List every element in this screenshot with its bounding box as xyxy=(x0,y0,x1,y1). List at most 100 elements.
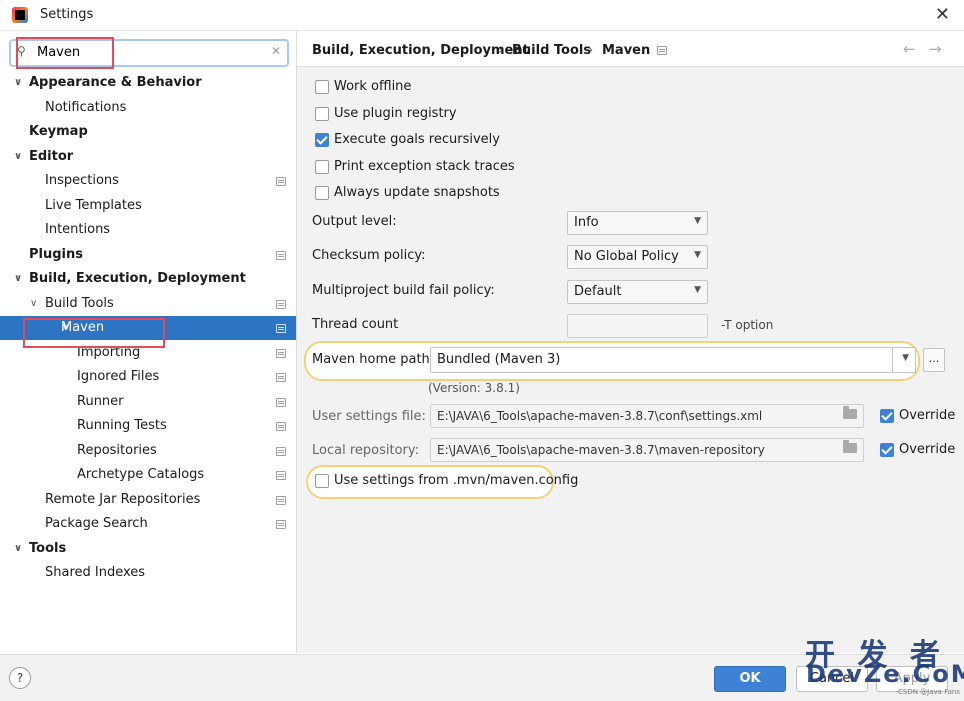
tree-item-label: Repositories xyxy=(77,442,157,458)
tree-item[interactable]: Shared Indexes xyxy=(0,561,296,585)
project-level-icon xyxy=(276,397,286,407)
window-title: Settings xyxy=(40,7,94,22)
annotation-box-maven xyxy=(23,318,165,348)
checkbox-label: Use plugin registry xyxy=(334,105,457,121)
checkbox[interactable] xyxy=(315,159,329,174)
tree-item[interactable]: Intentions xyxy=(0,218,296,242)
fail-policy-value: Default xyxy=(574,284,622,299)
annotation-box-search xyxy=(16,37,114,69)
tree-item[interactable]: Plugins xyxy=(0,243,296,267)
checkbox-label: Print exception stack traces xyxy=(334,158,515,174)
tree-item-label: Intentions xyxy=(45,222,111,237)
tree-item[interactable]: ∨ Build, Execution, Deployment xyxy=(0,267,296,291)
project-level-icon xyxy=(276,446,286,456)
forward-arrow-icon[interactable]: → xyxy=(929,40,942,58)
breadcrumb-item: Maven xyxy=(602,43,651,58)
watermark-credit: CSDN @Java Fans xyxy=(898,688,960,696)
checkbox[interactable] xyxy=(880,443,894,457)
tree-item[interactable]: ∨ Tools xyxy=(0,537,296,561)
checkbox-label: Always update snapshots xyxy=(334,185,500,200)
output-level-select[interactable]: Info ▼ xyxy=(567,211,708,235)
tree-item[interactable]: Archetype Catalogs xyxy=(0,463,296,487)
tree-item[interactable]: Running Tests xyxy=(0,414,296,438)
tree-item-label: Running Tests xyxy=(77,418,167,433)
checkbox[interactable] xyxy=(315,474,329,488)
maven-home-value: Bundled (Maven 3) xyxy=(437,352,561,367)
tree-item[interactable]: Remote Jar Repositories xyxy=(0,488,296,512)
local-repository-input[interactable]: E:\JAVA\6_Tools\apache-maven-3.8.7\maven… xyxy=(430,438,864,462)
ok-button[interactable]: OK xyxy=(714,666,786,692)
checkbox[interactable] xyxy=(315,186,329,200)
project-level-icon xyxy=(276,177,286,186)
checkbox[interactable] xyxy=(315,106,329,121)
settings-sidebar: ⚲ ✕ ∨Appearance & BehaviorNotificationsK… xyxy=(0,31,297,653)
fail-policy-label: Multiproject build fail policy: xyxy=(312,283,495,298)
tree-item[interactable]: Live Templates xyxy=(0,194,296,218)
watermark-logo-text: DevZe.CoM xyxy=(806,660,964,688)
tree-item[interactable]: Repositories xyxy=(0,439,296,463)
breadcrumb-item[interactable]: Build, Execution, Deployment xyxy=(312,43,529,58)
project-level-icon xyxy=(276,520,286,529)
project-level-icon xyxy=(276,495,286,505)
chevron-down-icon: ▼ xyxy=(694,285,701,295)
help-button[interactable]: ? xyxy=(9,667,31,689)
tree-item-label: Plugins xyxy=(29,246,83,262)
tree-item-label: Build, Execution, Deployment xyxy=(29,271,246,286)
breadcrumb-item[interactable]: Build Tools xyxy=(512,43,591,58)
project-level-icon xyxy=(276,373,286,382)
checksum-policy-label: Checksum policy: xyxy=(312,248,426,263)
chevron-down-icon[interactable]: ∨ xyxy=(14,537,22,561)
chevron-down-icon[interactable]: ∨ xyxy=(14,145,22,169)
maven-home-select[interactable]: Bundled (Maven 3) ▼ xyxy=(430,347,916,373)
breadcrumb-separator: › xyxy=(498,43,504,58)
chevron-down-icon[interactable]: ∨ xyxy=(14,267,22,291)
tree-item-label: Archetype Catalogs xyxy=(77,467,205,482)
checkbox[interactable] xyxy=(880,409,894,423)
browse-maven-home-button[interactable]: ... xyxy=(923,348,945,372)
thread-count-input[interactable] xyxy=(567,314,708,338)
breadcrumb: Build, Execution, Deployment › Build Too… xyxy=(297,31,964,67)
tree-item[interactable]: Runner xyxy=(0,390,296,414)
user-settings-input[interactable]: E:\JAVA\6_Tools\apache-maven-3.8.7\conf\… xyxy=(430,404,864,428)
tree-item[interactable]: Notifications xyxy=(0,96,296,120)
chevron-down-icon[interactable]: ∨ xyxy=(14,71,22,95)
tree-item-label: Notifications xyxy=(45,99,127,115)
output-level-label: Output level: xyxy=(312,214,397,229)
tree-item-label: Live Templates xyxy=(45,197,142,213)
fail-policy-select[interactable]: Default ▼ xyxy=(567,280,708,304)
tree-item-label: Tools xyxy=(29,540,67,556)
tree-item-label: Ignored Files xyxy=(77,369,160,384)
tree-item[interactable]: Package Search xyxy=(0,512,296,536)
tree-item[interactable]: ∨ Appearance & Behavior xyxy=(0,71,296,95)
folder-icon[interactable] xyxy=(843,406,857,419)
tree-item[interactable]: ∨ Editor xyxy=(0,145,296,169)
project-level-icon xyxy=(276,250,286,260)
chevron-down-icon[interactable]: ∨ xyxy=(30,292,37,316)
checksum-policy-select[interactable]: No Global Policy ▼ xyxy=(567,245,708,269)
project-level-icon xyxy=(276,471,286,480)
back-arrow-icon[interactable]: ← xyxy=(903,40,916,58)
project-level-icon xyxy=(276,299,286,309)
tree-item[interactable]: ∨ Build Tools xyxy=(0,292,296,316)
checkbox[interactable] xyxy=(315,80,329,94)
intellij-logo-icon xyxy=(12,7,28,23)
clear-search-icon[interactable]: ✕ xyxy=(271,44,281,58)
chevron-down-icon: ▼ xyxy=(902,353,909,363)
checkbox-label: Work offline xyxy=(334,79,412,94)
close-icon[interactable]: ✕ xyxy=(935,4,950,25)
folder-icon[interactable] xyxy=(843,440,857,453)
tree-item[interactable]: Keymap xyxy=(0,120,296,144)
chevron-down-icon: ▼ xyxy=(694,216,701,226)
tree-item[interactable]: Inspections xyxy=(0,169,296,193)
user-settings-value: E:\JAVA\6_Tools\apache-maven-3.8.7\conf\… xyxy=(437,409,763,423)
tree-item[interactable]: Ignored Files xyxy=(0,365,296,389)
maven-home-label: Maven home path: xyxy=(312,352,435,367)
checkbox[interactable] xyxy=(315,133,329,147)
settings-content: Build, Execution, Deployment › Build Too… xyxy=(297,31,964,653)
project-level-icon xyxy=(276,348,286,358)
breadcrumb-separator: › xyxy=(588,43,594,58)
tree-item-label: Inspections xyxy=(45,173,119,188)
tree-item-label: Remote Jar Repositories xyxy=(45,491,201,507)
tree-item-label: Keymap xyxy=(29,124,88,139)
tree-item-label: Runner xyxy=(77,393,124,409)
